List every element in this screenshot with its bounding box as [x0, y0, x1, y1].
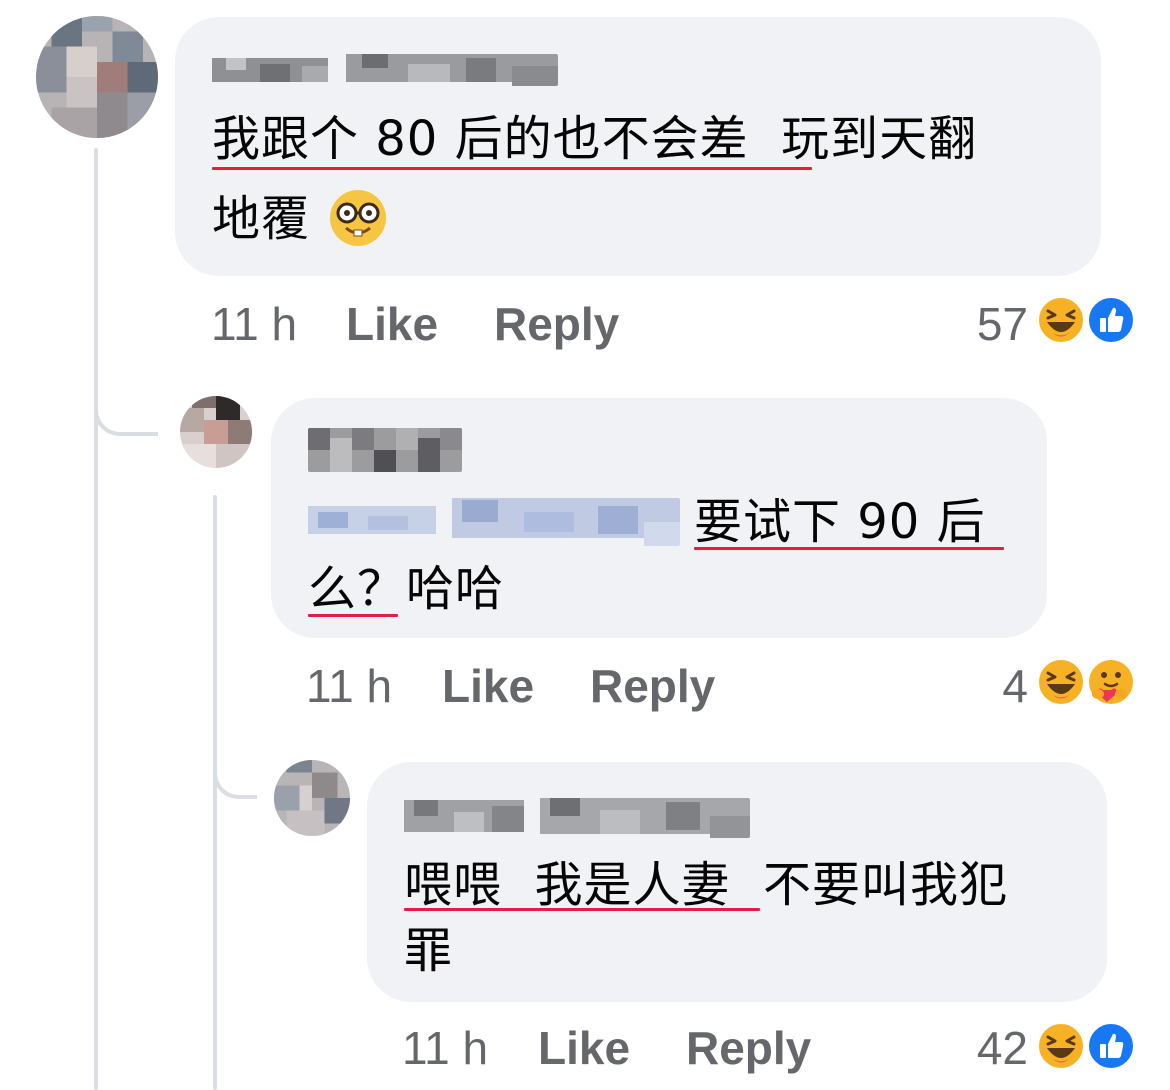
comment-timestamp[interactable]: 11 h — [211, 296, 297, 352]
avatar[interactable] — [180, 396, 252, 468]
like-link[interactable]: Like — [538, 1020, 630, 1076]
comment-text-line: 地覆 — [212, 191, 311, 247]
spellcheck-underline — [694, 547, 1004, 550]
reaction-count[interactable]: 4 — [940, 658, 1028, 714]
author-name[interactable] — [308, 428, 462, 472]
thumbs-up-icon[interactable] — [1087, 296, 1135, 344]
thread-line-nested — [213, 495, 217, 1090]
comment-timestamp[interactable]: 11 h — [402, 1020, 488, 1076]
laughing-face-icon[interactable] — [1037, 658, 1085, 706]
author-name[interactable] — [404, 798, 750, 838]
like-link[interactable]: Like — [442, 658, 534, 714]
laughing-face-icon[interactable] — [1037, 1022, 1085, 1070]
laughing-face-icon[interactable] — [1037, 296, 1085, 344]
thread-branch-1 — [94, 380, 158, 436]
reaction-count[interactable]: 42 — [940, 1020, 1028, 1076]
like-link[interactable]: Like — [346, 296, 438, 352]
care-hug-icon[interactable] — [1087, 658, 1135, 706]
author-name[interactable] — [212, 54, 558, 86]
reply-link[interactable]: Reply — [686, 1020, 811, 1076]
avatar[interactable] — [36, 16, 158, 138]
spellcheck-underline — [404, 908, 760, 911]
thumbs-up-icon[interactable] — [1087, 1022, 1135, 1070]
spellcheck-underline — [212, 167, 812, 170]
nerd-face-emoji — [328, 188, 388, 248]
thread-branch-2 — [213, 745, 257, 799]
reaction-count[interactable]: 57 — [940, 296, 1028, 352]
comment-text-line: 罪 — [404, 923, 454, 979]
comment-text-line: 我跟个 80 后的也不会差 玩到天翻 — [212, 111, 978, 167]
reply-link[interactable]: Reply — [494, 296, 619, 352]
reply-link[interactable]: Reply — [590, 658, 715, 714]
mention-link[interactable] — [308, 498, 680, 546]
thread-line-main — [94, 148, 98, 1090]
comment-timestamp[interactable]: 11 h — [306, 658, 392, 714]
spellcheck-underline — [308, 614, 398, 617]
avatar[interactable] — [274, 760, 350, 836]
